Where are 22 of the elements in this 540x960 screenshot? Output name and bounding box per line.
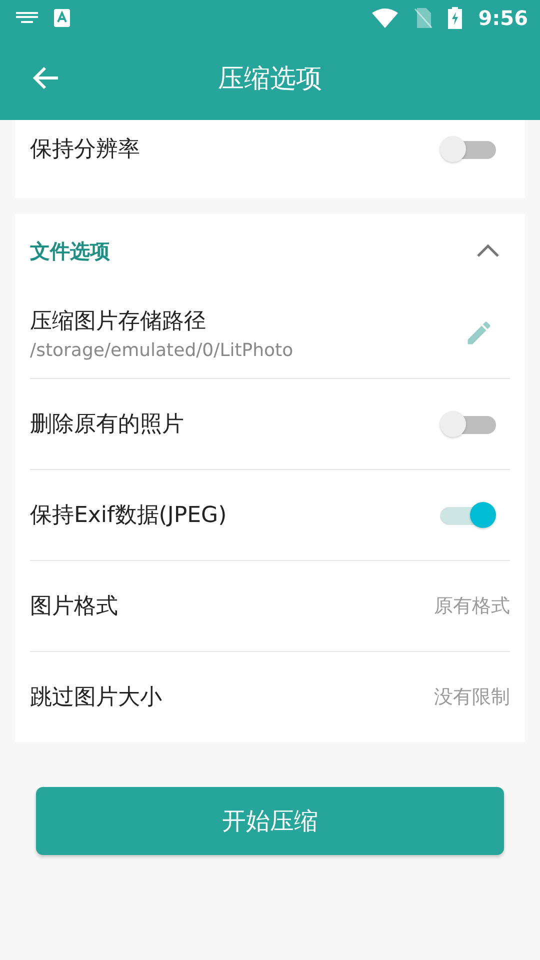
setting-label: 保持分辨率 [30, 136, 140, 164]
collapse-icon[interactable] [476, 244, 500, 258]
toggle-switch[interactable] [440, 134, 496, 164]
no-sim-icon [414, 8, 432, 28]
toggle-switch[interactable] [440, 500, 496, 530]
storage-path: /storage/emulated/0/LitPhoto [30, 340, 294, 360]
setting-value: 没有限制 [434, 685, 510, 710]
keyboard-icon [16, 12, 38, 24]
wifi-icon [372, 8, 398, 28]
setting-label: 跳过图片大小 [30, 684, 162, 712]
setting-value: 原有格式 [434, 594, 510, 619]
toggle-switch[interactable] [440, 409, 496, 439]
setting-label: 保持Exif数据(JPEG) [30, 502, 227, 530]
setting-label: 图片格式 [30, 593, 118, 621]
setting-label: 压缩图片存储路径 [30, 308, 207, 336]
setting-label: 删除原有的照片 [30, 411, 184, 439]
battery-charging-icon [448, 7, 462, 29]
screen-title: 压缩选项 [218, 64, 322, 94]
clock-time: 9:56 [478, 6, 528, 30]
start-compress-button[interactable]: 开始压缩 [36, 787, 504, 855]
text-icon [54, 9, 70, 27]
section-title: 文件选项 [30, 238, 110, 264]
